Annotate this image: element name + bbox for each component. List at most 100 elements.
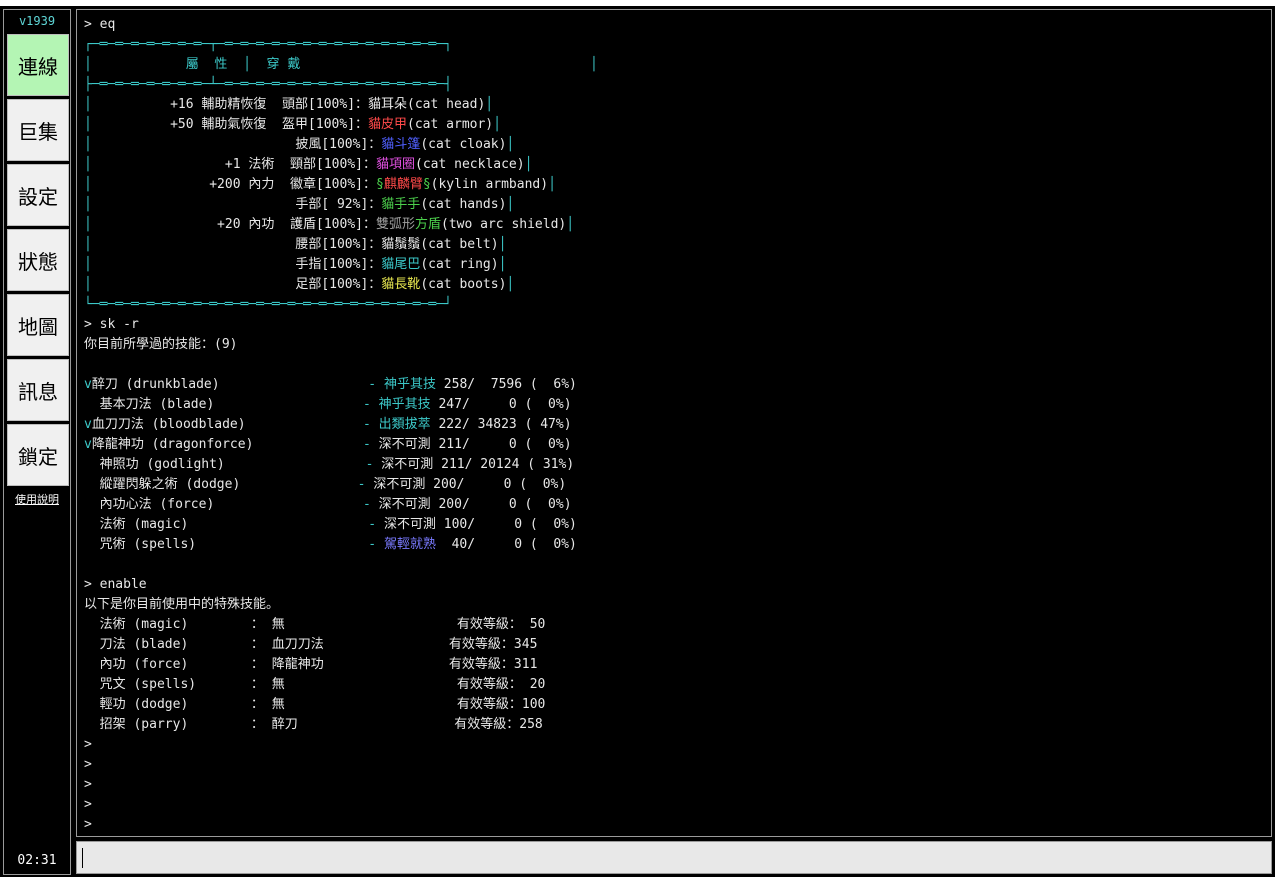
terminal-line: > bbox=[84, 735, 598, 755]
terminal-text: 招架 (parry) ： 醉刀 有效等級：258 bbox=[84, 717, 543, 732]
terminal-text: │ bbox=[506, 277, 515, 292]
terminal-text: (cat necklace) bbox=[415, 157, 525, 172]
terminal-line: > bbox=[84, 755, 598, 775]
terminal-text: (cat hands) bbox=[420, 197, 507, 212]
command-bar bbox=[76, 841, 1272, 874]
terminal-text: │ bbox=[84, 177, 92, 192]
terminal-text: │ bbox=[493, 117, 501, 132]
terminal-line: │ +1 法術 頸部[100%]：貓項圈(cat necklace)│ bbox=[84, 155, 598, 175]
terminal-text: > bbox=[84, 757, 92, 772]
terminal-text: 屬 性 bbox=[91, 57, 244, 72]
terminal-text: 247/ 0 ( 0%) bbox=[430, 397, 572, 412]
terminal-text: v bbox=[84, 417, 92, 432]
terminal-text: 貓尾巴 bbox=[381, 257, 421, 272]
terminal-text: │ bbox=[506, 197, 515, 212]
terminal-text: - bbox=[357, 477, 374, 492]
terminal-text: │ bbox=[84, 197, 92, 212]
settings-button[interactable]: 設定 bbox=[7, 164, 69, 226]
terminal-line: ┌─═─═─═─═─═─═─═─┬─═─═─═─═─═─═─═─═─═─═─═─… bbox=[84, 35, 598, 55]
terminal-text: +20 內功 護盾[100%]： bbox=[91, 217, 376, 232]
terminal-text: (cat ring) bbox=[420, 257, 499, 272]
terminal-text: 貓項圈 bbox=[375, 157, 415, 172]
terminal-line: │ 手指[100%]：貓尾巴(cat ring)│ bbox=[84, 255, 598, 275]
terminal-text: 足部[100%]： bbox=[91, 277, 382, 292]
terminal-text: │ bbox=[84, 57, 92, 72]
terminal-text: § bbox=[422, 177, 431, 192]
terminal-text: +1 法術 頸部[100%]： bbox=[91, 157, 376, 172]
terminal-text: > bbox=[84, 777, 92, 792]
terminal-line: 刀法 (blade) ： 血刀刀法 有效等級：345 bbox=[84, 635, 598, 655]
terminal-line: > sk -r bbox=[84, 315, 598, 335]
terminal-text: - bbox=[362, 417, 379, 432]
map-button[interactable]: 地圖 bbox=[7, 294, 69, 356]
terminal-text: 披風[100%]： bbox=[91, 137, 382, 152]
terminal-line: │ +16 輔助精恢復 頭部[100%]：貓耳朵(cat head)│ bbox=[84, 95, 598, 115]
terminal-line: │ 腰部[100%]：貓鬚鬚(cat belt)│ bbox=[84, 235, 598, 255]
terminal-text: 貓 bbox=[381, 137, 395, 152]
terminal-text: 雙弧形 bbox=[375, 217, 415, 232]
terminal-text: 神乎其技 bbox=[383, 377, 436, 392]
sidebar: v1939 連線 巨集 設定 狀態 地圖 訊息 鎖定 使用說明 02:31 bbox=[3, 9, 71, 875]
macro-button[interactable]: 巨集 bbox=[7, 99, 69, 161]
terminal-line: 以下是你目前使用中的特殊技能。 bbox=[84, 595, 598, 615]
terminal-line: │ 屬 性 │ 穿 戴 │ bbox=[84, 55, 598, 75]
terminal-text: > eq bbox=[84, 17, 116, 32]
terminal-line: v醉刀 (drunkblade) - 神乎其技 258/ 7596 ( 6%) bbox=[84, 375, 598, 395]
terminal-text: 貓長靴 bbox=[381, 277, 421, 292]
terminal-line: > bbox=[84, 815, 598, 835]
terminal-line: 法術 (magic) - 深不可測 100/ 0 ( 0%) bbox=[84, 515, 598, 535]
terminal-text: 內功 (force) ： 降龍神功 有效等級：311 bbox=[84, 657, 538, 672]
terminal-text: 貓皮甲 bbox=[368, 117, 408, 132]
terminal-text: │ bbox=[506, 137, 515, 152]
terminal-text: 40/ 0 ( 0%) bbox=[435, 537, 577, 552]
terminal-text: │ bbox=[498, 237, 507, 252]
connect-button[interactable]: 連線 bbox=[7, 34, 69, 96]
terminal-output[interactable]: > eq ┌─═─═─═─═─═─═─═─┬─═─═─═─═─═─═─═─═─═─… bbox=[76, 9, 1272, 837]
messages-button[interactable]: 訊息 bbox=[7, 359, 69, 421]
terminal-line: 咒術 (spells) - 駕輕就熟 40/ 0 ( 0%) bbox=[84, 535, 598, 555]
terminal-text: 斗篷 bbox=[394, 137, 421, 152]
terminal-line: │ +20 內功 護盾[100%]：雙弧形方盾(two arc shield)│ bbox=[84, 215, 598, 235]
terminal-text: 駕輕就熟 bbox=[383, 537, 436, 552]
terminal-line: > eq bbox=[84, 15, 598, 35]
terminal-line: > enable bbox=[84, 575, 598, 595]
terminal-text: v bbox=[84, 437, 92, 452]
terminal-text: │ bbox=[84, 217, 92, 232]
terminal-text: 258/ 7596 ( 6%) bbox=[435, 377, 577, 392]
terminal-text: 出類拔萃 bbox=[378, 417, 431, 432]
terminal-line: ├─═─═─═─═─═─═─═─┴─═─═─═─═─═─═─═─═─═─═─═─… bbox=[84, 75, 598, 95]
terminal-line: 內功 (force) ： 降龍神功 有效等級：311 bbox=[84, 655, 598, 675]
terminal-text: │ bbox=[498, 257, 507, 272]
version-label: v1939 bbox=[18, 14, 56, 28]
terminal-text: - bbox=[365, 457, 382, 472]
terminal-text: +50 輔助氣恢復 盔甲[100%]： bbox=[91, 117, 369, 132]
terminal-text: > sk -r bbox=[84, 317, 139, 332]
terminal-text: 縱躍閃躲之術 (dodge) bbox=[84, 477, 358, 492]
terminal-line: 縱躍閃躲之術 (dodge) - 深不可測 200/ 0 ( 0%) bbox=[84, 475, 598, 495]
terminal-text: - bbox=[368, 537, 384, 552]
terminal-text: +200 內力 徽章[100%]： bbox=[91, 177, 376, 192]
terminal-text: - bbox=[362, 497, 379, 512]
terminal-text: 醉刀 (drunkblade) bbox=[91, 377, 369, 392]
terminal-line: 招架 (parry) ： 醉刀 有效等級：258 bbox=[84, 715, 598, 735]
terminal-text: (cat boots) bbox=[420, 277, 507, 292]
help-link[interactable]: 使用說明 bbox=[4, 491, 70, 507]
terminal-text: │ bbox=[84, 257, 92, 272]
terminal-text: 穿 戴 bbox=[250, 57, 301, 72]
terminal-text: > bbox=[84, 737, 92, 752]
terminal-screen: > eq ┌─═─═─═─═─═─═─═─┬─═─═─═─═─═─═─═─═─═─… bbox=[84, 15, 598, 835]
terminal-text: v bbox=[84, 377, 92, 392]
lock-button[interactable]: 鎖定 bbox=[7, 424, 69, 486]
terminal-line: 內功心法 (force) - 深不可測 200/ 0 ( 0%) bbox=[84, 495, 598, 515]
terminal-text: (two arc shield) bbox=[441, 217, 567, 232]
command-input[interactable] bbox=[79, 844, 1271, 873]
status-button[interactable]: 狀態 bbox=[7, 229, 69, 291]
terminal-text: - bbox=[362, 437, 379, 452]
terminal-line: 法術 (magic) ： 無 有效等級： 50 bbox=[84, 615, 598, 635]
terminal-text: 你目前所學過的技能：(9) bbox=[84, 337, 238, 352]
terminal-line: 輕功 (dodge) ： 無 有效等級：100 bbox=[84, 695, 598, 715]
terminal-text: 深不可測 211/ 0 ( 0%) bbox=[378, 437, 572, 452]
terminal-text: 咒術 (spells) bbox=[84, 537, 369, 552]
terminal-text: 咒文 (spells) ： 無 有效等級： 20 bbox=[84, 677, 546, 692]
